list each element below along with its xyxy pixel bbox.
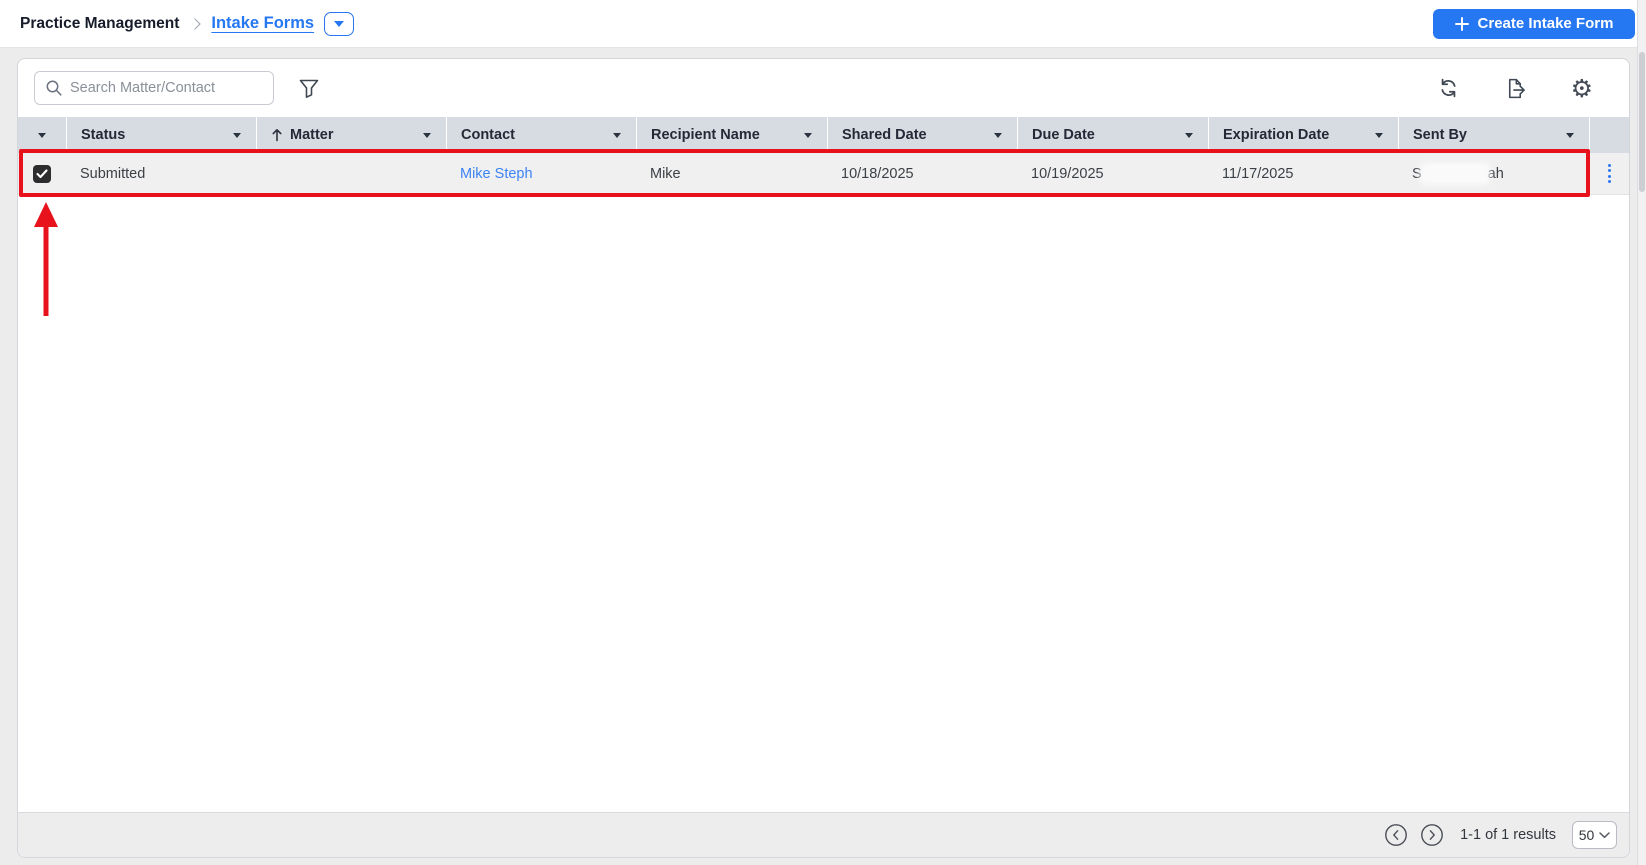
check-icon	[36, 168, 48, 178]
column-label: Status	[81, 127, 126, 143]
cell-due-date: 10/19/2025	[1031, 165, 1104, 182]
plus-icon	[1454, 16, 1469, 31]
redacted-text	[1422, 166, 1487, 181]
table-header-row: Status Matter Contact Recipient Name Sha…	[18, 117, 1629, 153]
column-header-status[interactable]: Status	[66, 117, 256, 153]
row-select-cell	[18, 153, 66, 194]
breadcrumb-current[interactable]: Intake Forms	[211, 14, 314, 33]
kebab-dot	[1607, 180, 1611, 184]
chevron-down-icon	[1185, 132, 1193, 138]
column-header-sent-by[interactable]: Sent By	[1398, 117, 1589, 153]
chevron-down-icon	[804, 132, 812, 138]
cell-matter	[256, 153, 446, 194]
create-intake-form-button[interactable]: Create Intake Form	[1433, 8, 1635, 39]
column-header-shared-date[interactable]: Shared Date	[827, 117, 1017, 153]
cell-actions	[1589, 153, 1629, 194]
sent-by-prefix: S	[1412, 165, 1422, 182]
kebab-dot	[1607, 169, 1611, 173]
chevron-down-icon	[1375, 132, 1383, 138]
page-size-value: 50	[1578, 827, 1595, 843]
cell-shared-date: 10/18/2025	[841, 165, 914, 182]
intake-forms-panel: ⚙ Status Matter Contact Recipient Na	[17, 58, 1630, 858]
column-header-due-date[interactable]: Due Date	[1017, 117, 1208, 153]
chevron-down-icon	[334, 20, 345, 27]
column-label: Sent By	[1413, 127, 1467, 143]
column-header-matter[interactable]: Matter	[256, 117, 446, 153]
sort-ascending-icon	[272, 129, 282, 142]
row-menu-button[interactable]	[1602, 160, 1617, 188]
column-header-contact[interactable]: Contact	[446, 117, 636, 153]
gear-icon: ⚙	[1570, 73, 1593, 103]
scrollbar-thumb[interactable]	[1639, 52, 1645, 192]
column-header-expiration-date[interactable]: Expiration Date	[1208, 117, 1398, 153]
row-checkbox-checked[interactable]	[33, 164, 51, 183]
cell-contact: Mike Steph	[446, 153, 636, 194]
breadcrumb-dropdown-button[interactable]	[324, 11, 355, 36]
search-input[interactable]	[70, 80, 263, 96]
previous-page-button[interactable]	[1384, 823, 1408, 847]
table-row[interactable]: Submitted Mike Steph Mike 10/18/2025 10/…	[18, 153, 1629, 195]
cell-sent-by: Sah	[1398, 153, 1589, 194]
breadcrumb: Practice Management Intake Forms	[20, 11, 355, 36]
chevron-down-icon	[233, 132, 241, 138]
column-label: Shared Date	[842, 127, 927, 143]
next-page-button[interactable]	[1420, 823, 1444, 847]
chevron-down-icon	[613, 132, 621, 138]
scrollbar[interactable]	[1637, 0, 1646, 865]
panel-toolbar: ⚙	[18, 59, 1629, 117]
create-intake-form-label: Create Intake Form	[1477, 15, 1614, 32]
export-icon	[1508, 78, 1525, 98]
filter-button[interactable]	[296, 76, 322, 101]
kebab-dot	[1607, 174, 1611, 178]
refresh-button[interactable]	[1435, 75, 1462, 101]
settings-button[interactable]: ⚙	[1569, 74, 1595, 103]
chevron-left-circle-icon	[1385, 824, 1407, 846]
chevron-down-icon	[423, 132, 431, 138]
search-box	[34, 71, 274, 105]
column-header-recipient-name[interactable]: Recipient Name	[636, 117, 827, 153]
chevron-down-icon	[994, 132, 1002, 138]
chevron-down-icon	[1566, 132, 1574, 138]
contact-link[interactable]: Mike Steph	[460, 166, 533, 182]
refresh-icon	[1441, 78, 1456, 98]
column-label: Due Date	[1032, 127, 1095, 143]
filter-icon	[299, 79, 319, 98]
pagination-footer: 1-1 of 1 results 50	[18, 812, 1629, 857]
breadcrumb-parent[interactable]: Practice Management	[20, 15, 179, 33]
search-icon	[46, 80, 62, 96]
cell-recipient-name: Mike	[650, 165, 681, 182]
cell-expiration-date: 11/17/2025	[1222, 165, 1294, 182]
column-label: Expiration Date	[1223, 127, 1330, 143]
results-count: 1-1 of 1 results	[1460, 827, 1556, 843]
column-label: Matter	[290, 127, 334, 143]
chevron-down-icon	[38, 132, 46, 138]
chevron-down-icon	[1599, 831, 1611, 838]
export-button[interactable]	[1502, 75, 1529, 102]
table-empty-area	[18, 195, 1629, 812]
page-size-select[interactable]: 50	[1572, 821, 1617, 849]
column-header-actions	[1589, 117, 1629, 153]
column-label: Contact	[461, 127, 515, 143]
top-bar: Practice Management Intake Forms Create …	[0, 0, 1646, 48]
chevron-right-circle-icon	[1421, 824, 1443, 846]
cell-status: Submitted	[80, 165, 146, 182]
kebab-dot	[1607, 163, 1611, 167]
select-all-dropdown[interactable]	[18, 117, 66, 153]
column-label: Recipient Name	[651, 127, 760, 143]
breadcrumb-separator-icon	[189, 17, 202, 30]
toolbar-actions: ⚙	[1435, 74, 1595, 103]
sent-by-suffix: ah	[1487, 165, 1504, 182]
